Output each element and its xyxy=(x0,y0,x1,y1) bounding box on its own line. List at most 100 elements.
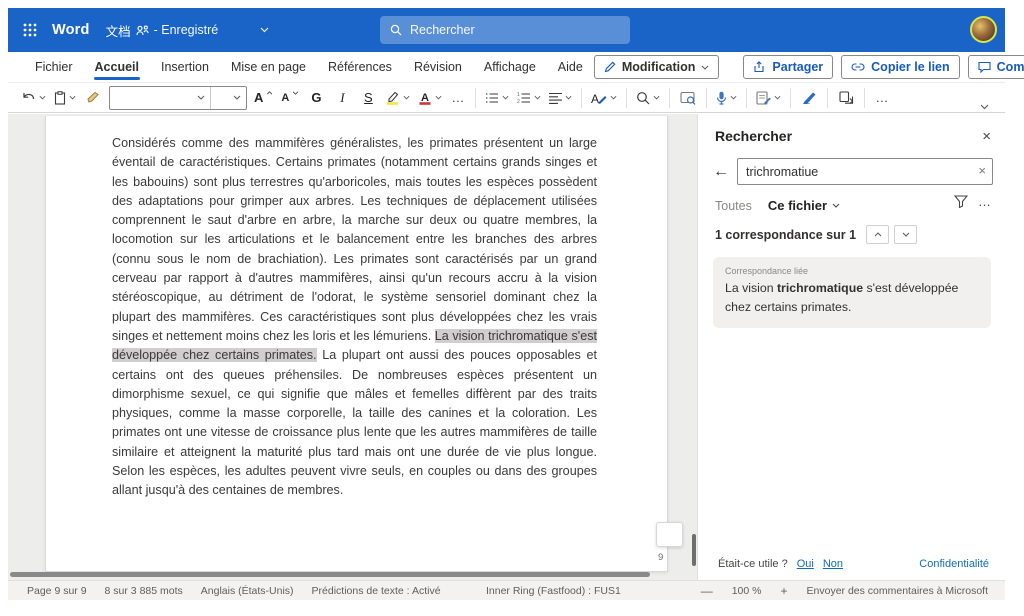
feedback-no-link[interactable]: Non xyxy=(823,558,843,570)
word-web-window: Word 文档 - Enregistré Rechercher Fichier xyxy=(8,8,1005,600)
paragraph-text-after: La plupart ont aussi des pouces opposabl… xyxy=(112,348,597,497)
grow-font-button[interactable]: A xyxy=(251,86,276,110)
align-icon xyxy=(549,92,562,104)
find-scope-row: Toutes Ce fichier … xyxy=(698,185,1005,213)
panel-more-icon[interactable]: … xyxy=(978,194,991,209)
scope-tab-this-file[interactable]: Ce fichier xyxy=(768,198,840,213)
font-size-select[interactable] xyxy=(210,87,246,109)
styles-button[interactable]: A xyxy=(588,86,620,110)
chevron-down-icon xyxy=(902,232,910,237)
reuse-files-button[interactable] xyxy=(676,86,700,110)
waffle-icon xyxy=(23,23,37,37)
horizontal-scrollbar[interactable] xyxy=(10,572,650,577)
font-name-select[interactable] xyxy=(110,87,210,109)
chevron-down-icon xyxy=(502,95,509,100)
filter-funnel-icon[interactable] xyxy=(954,195,968,208)
dictate-icon xyxy=(716,91,727,105)
main-area: Considérés comme des mammifères générali… xyxy=(8,114,1005,580)
font-overflow-button[interactable]: … xyxy=(447,90,469,105)
chevron-up-icon xyxy=(874,232,882,237)
status-page-count[interactable]: Page 9 sur 9 xyxy=(18,585,96,597)
app-name[interactable]: Word xyxy=(52,22,90,38)
alignment-button[interactable] xyxy=(546,86,575,110)
numbering-button[interactable]: 12 xyxy=(514,86,544,110)
app-launcher-button[interactable] xyxy=(8,8,52,52)
tab-mise-en-page[interactable]: Mise en page xyxy=(220,53,317,81)
next-match-button[interactable] xyxy=(894,225,917,244)
close-icon[interactable]: × xyxy=(982,129,991,144)
vertical-scrollbar[interactable] xyxy=(692,534,696,566)
zoom-level[interactable]: 100 % xyxy=(723,585,771,597)
find-search-input[interactable] xyxy=(737,158,993,185)
ribbon-collapse-button[interactable] xyxy=(974,102,995,112)
menubar: Fichier Accueil Insertion Mise en page R… xyxy=(8,52,1005,83)
copy-link-button[interactable]: Copier le lien xyxy=(841,55,960,79)
chevron-down-icon xyxy=(39,95,46,100)
status-word-count[interactable]: 8 sur 3 885 mots xyxy=(96,585,192,597)
scroll-page-tooltip[interactable] xyxy=(656,522,683,547)
tab-accueil[interactable]: Accueil xyxy=(84,53,150,81)
search-result-card[interactable]: Correspondance liée La vision trichromat… xyxy=(713,257,991,328)
font-controls xyxy=(109,86,247,110)
zoom-in-button[interactable]: + xyxy=(771,584,798,598)
title-chevron-down-icon[interactable] xyxy=(260,27,269,33)
undo-button[interactable] xyxy=(18,86,49,110)
text-highlight-button[interactable] xyxy=(382,86,413,110)
chevron-down-icon xyxy=(730,95,737,100)
highlight-icon xyxy=(385,91,400,105)
chevron-down-icon xyxy=(435,95,442,100)
editor-pen-icon xyxy=(802,91,817,104)
tab-references[interactable]: Références xyxy=(317,53,403,81)
tab-fichier[interactable]: Fichier xyxy=(24,53,84,81)
mode-dropdown-button[interactable]: Modification xyxy=(594,55,720,79)
editor-check-button[interactable] xyxy=(753,86,784,110)
clipboard-copy-button[interactable] xyxy=(834,86,858,110)
status-text-predictions[interactable]: Prédictions de texte : Activé xyxy=(303,585,450,597)
zoom-out-button[interactable]: — xyxy=(691,584,723,598)
result-label: Correspondance liée xyxy=(725,266,979,276)
chevron-down-icon xyxy=(774,95,781,100)
tab-aide[interactable]: Aide xyxy=(547,53,594,81)
comments-button[interactable]: Commentaires xyxy=(968,55,1024,79)
find-panel-header: Rechercher × xyxy=(698,114,1005,150)
underline-button[interactable]: S xyxy=(356,86,380,110)
document-title[interactable]: 文档 - Enregistré xyxy=(106,21,219,40)
status-ring-info: Inner Ring (Fastfood) : FUS1 xyxy=(486,585,621,597)
document-page[interactable]: Considérés comme des mammifères générali… xyxy=(45,116,668,572)
tab-revision[interactable]: Révision xyxy=(403,53,473,81)
privacy-link[interactable]: Confidentialité xyxy=(919,558,989,570)
bullets-button[interactable] xyxy=(482,86,512,110)
previous-match-button[interactable] xyxy=(866,225,889,244)
dictate-button[interactable] xyxy=(713,86,740,110)
global-search-placeholder: Rechercher xyxy=(410,23,475,37)
font-color-button[interactable]: A xyxy=(415,86,445,110)
editor-pen-button[interactable] xyxy=(797,86,821,110)
paste-button[interactable] xyxy=(51,86,79,110)
svg-text:A: A xyxy=(591,92,599,105)
tab-affichage[interactable]: Affichage xyxy=(473,53,547,81)
svg-text:A: A xyxy=(421,92,429,104)
find-search-row: ← × xyxy=(698,150,1005,185)
account-avatar[interactable] xyxy=(970,16,997,43)
find-button[interactable] xyxy=(633,86,663,110)
back-arrow-icon[interactable]: ← xyxy=(713,163,729,181)
editor-check-icon xyxy=(756,91,771,105)
paragraph-text-before: Considérés comme des mammifères générali… xyxy=(112,136,597,343)
document-paragraph[interactable]: Considérés comme des mammifères générali… xyxy=(112,134,597,501)
ribbon-overflow-button[interactable]: … xyxy=(871,90,893,105)
format-painter-button[interactable] xyxy=(81,86,105,110)
svg-text:2: 2 xyxy=(517,99,520,104)
scope-tab-all[interactable]: Toutes xyxy=(715,199,752,213)
italic-button[interactable]: I xyxy=(330,86,354,110)
clear-search-icon[interactable]: × xyxy=(978,163,986,178)
status-language[interactable]: Anglais (États-Unis) xyxy=(192,585,303,597)
shrink-font-button[interactable]: A xyxy=(278,86,302,110)
reuse-files-icon xyxy=(680,91,696,105)
bold-button[interactable]: G xyxy=(304,86,328,110)
share-button[interactable]: Partager xyxy=(743,55,833,79)
send-feedback-link[interactable]: Envoyer des commentaires à Microsoft xyxy=(798,585,997,597)
tab-insertion[interactable]: Insertion xyxy=(150,53,220,81)
global-search-input[interactable]: Rechercher xyxy=(380,16,630,44)
feedback-yes-link[interactable]: Oui xyxy=(797,558,814,570)
find-panel-title: Rechercher xyxy=(715,128,792,144)
